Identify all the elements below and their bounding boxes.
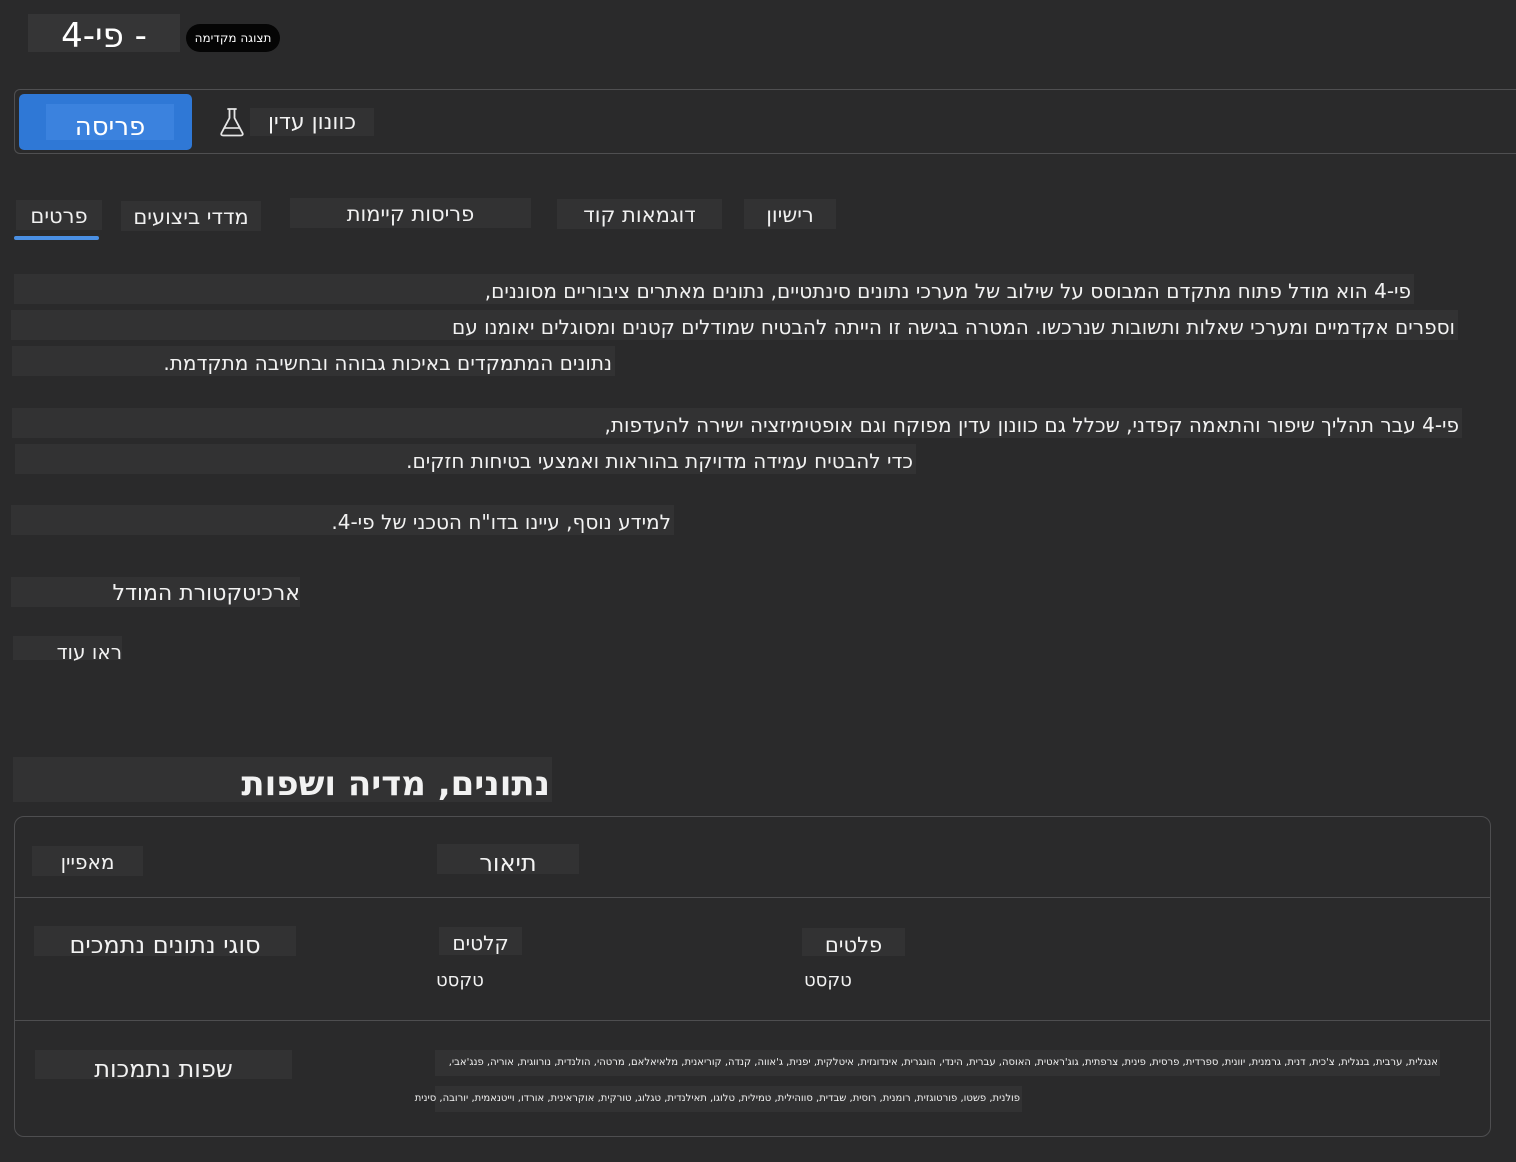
description-text: נתונים המתמקדים באיכות גבוהה ובחשיבה מתק…	[12, 346, 615, 376]
languages-list: אנגלית, ערבית, בנגלית, צ'כית, דנית, גרמנ…	[435, 1050, 1440, 1076]
table-divider	[15, 897, 1490, 898]
tab-benchmarks[interactable]: מדדי ביצועים	[121, 201, 261, 231]
table-header-description: תיאור	[437, 844, 579, 877]
description-text: פי-4 הוא מודל פתוח מתקדם המבוסס על שילוב…	[14, 274, 1414, 304]
flask-icon[interactable]	[218, 106, 246, 138]
table-divider	[15, 1020, 1490, 1021]
languages-list: פולנית, פשטו, פורטוגזית, רומנית, רוסית, …	[415, 1086, 1022, 1112]
tab-code-samples[interactable]: דוגמאות קוד	[557, 199, 722, 229]
section-heading: נתונים, מדיה ושפות	[13, 757, 552, 804]
preview-badge: תצוגה מקדימה	[186, 24, 280, 52]
table-header-feature: מאפיין	[32, 846, 143, 876]
description-text: כדי להבטיח עמידה מדויקת בהוראות ואמצעי ב…	[15, 444, 916, 474]
model-title: פי-4 -	[28, 14, 180, 56]
outputs-label: פלטים	[802, 928, 905, 957]
outputs-value: טקסט	[804, 970, 852, 991]
inputs-label: קלטים	[439, 927, 522, 955]
architecture-heading: ארכיטקטורת המודל	[11, 577, 300, 607]
tech-report-link[interactable]: למידע נוסף, עיינו בדו"ח הטכני של פי-4.	[11, 505, 674, 535]
active-tab-indicator	[14, 236, 99, 240]
row-data-types-label: סוגי נתונים נתמכים	[34, 926, 296, 959]
tab-license[interactable]: רישיון	[744, 199, 836, 229]
fine-tune-link[interactable]: כוונון עדין	[250, 108, 374, 136]
row-languages-label: שפות נתמכות	[35, 1050, 292, 1083]
inputs-value: טקסט	[436, 970, 484, 991]
tab-details[interactable]: פרטים	[16, 200, 102, 230]
deploy-button-label[interactable]: פריסה	[46, 104, 174, 142]
tab-deployments[interactable]: פריסות קיימות	[290, 198, 531, 228]
see-more-link[interactable]: ראו עוד	[13, 636, 122, 664]
description-text: פי-4 עבר תהליך שיפור והתאמה קפדני, שכלל …	[12, 408, 1462, 438]
description-text: וספרים אקדמיים ומערכי שאלות ותשובות שנרכ…	[11, 310, 1458, 340]
